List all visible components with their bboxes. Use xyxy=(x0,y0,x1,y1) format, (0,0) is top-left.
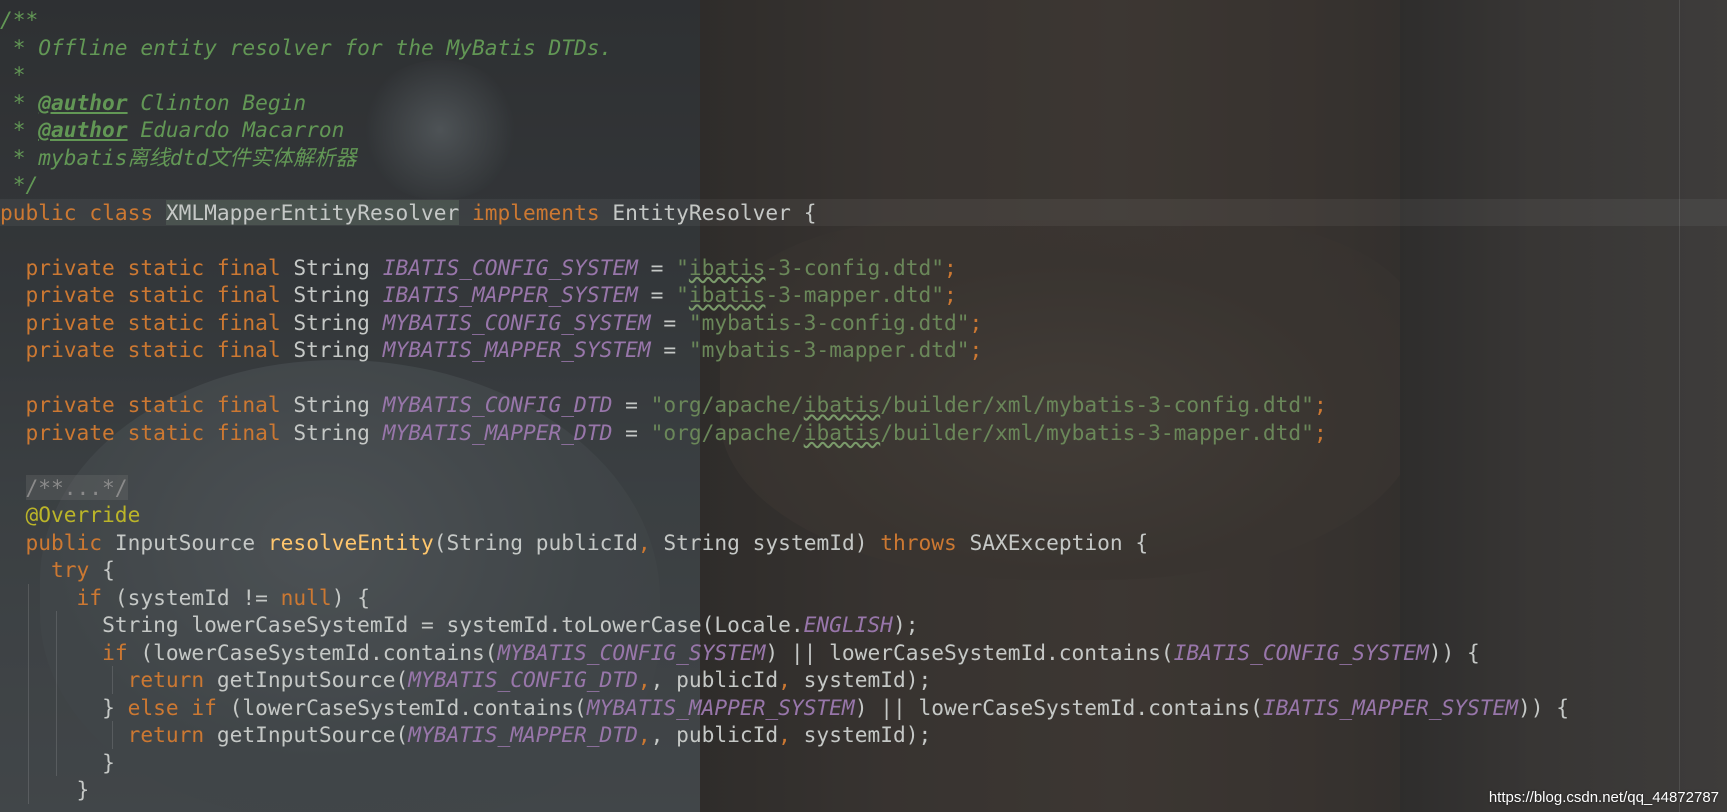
field-name: IBATIS_MAPPER_SYSTEM xyxy=(382,282,638,307)
field-declaration: private static final String MYBATIS_CONF… xyxy=(25,392,1327,417)
code-line: @Override xyxy=(0,501,1727,529)
author-tag: @author xyxy=(38,89,128,115)
code-line: return getInputSource(MYBATIS_MAPPER_DTD… xyxy=(0,721,1727,749)
code-line: */ xyxy=(0,171,1727,199)
code-line: /** xyxy=(0,6,1727,34)
code-line: * mybatis离线dtd文件实体解析器 xyxy=(0,144,1727,172)
author-tag: @author xyxy=(38,117,128,142)
code-line: try { xyxy=(51,557,115,582)
method-signature: public InputSource resolveEntity(String … xyxy=(25,529,1149,555)
code-line: * @author Clinton Begin xyxy=(0,89,307,115)
field-name: MYBATIS_CONFIG_DTD xyxy=(382,392,613,417)
watermark-url: https://blog.csdn.net/qq_44872787 xyxy=(1488,789,1719,806)
field-name: MYBATIS_CONFIG_SYSTEM xyxy=(382,309,651,335)
field-declaration: private static final String IBATIS_CONFI… xyxy=(25,254,957,280)
override-annotation: @Override xyxy=(25,502,141,527)
field-declaration: private static final String IBATIS_MAPPE… xyxy=(25,282,957,307)
method-name[interactable]: resolveEntity xyxy=(268,530,434,555)
field-name: IBATIS_CONFIG_SYSTEM xyxy=(382,254,638,280)
author-name: Clinton Begin xyxy=(127,89,307,115)
field-name: MYBATIS_MAPPER_SYSTEM xyxy=(382,337,651,362)
code-line: * @author Eduardo Macarron xyxy=(0,117,345,142)
interface-name[interactable]: EntityResolver xyxy=(612,200,791,225)
code-line: } else if (lowerCaseSystemId.contains(MY… xyxy=(0,693,1727,721)
code-line: } xyxy=(0,748,1727,776)
class-declaration: public class XMLMapperEntityResolver imp… xyxy=(0,198,1727,226)
code-line: } xyxy=(0,776,1727,804)
field-name: MYBATIS_MAPPER_DTD xyxy=(382,419,613,445)
folded-javadoc[interactable]: /**...*/ xyxy=(25,474,128,500)
field-declaration: private static final String MYBATIS_MAPP… xyxy=(25,337,983,362)
javadoc-text: * mybatis离线dtd文件实体解析器 xyxy=(0,144,357,170)
field-declaration: private static final String MYBATIS_MAPP… xyxy=(25,419,1327,445)
code-line: /**...*/ xyxy=(0,474,1727,502)
code-line: if (lowerCaseSystemId.contains(MYBATIS_C… xyxy=(0,638,1727,666)
code-editor[interactable]: /** * Offline entity resolver for the My… xyxy=(0,6,1727,804)
code-line: if (systemId != null) { xyxy=(0,583,1727,611)
javadoc-blank: * xyxy=(0,62,26,87)
code-line: String lowerCaseSystemId = systemId.toLo… xyxy=(0,611,1727,639)
javadoc-open: /** xyxy=(0,7,39,32)
javadoc-text: * Offline entity resolver for the MyBati… xyxy=(0,34,613,60)
author-name: Eduardo Macarron xyxy=(127,117,345,142)
field-declaration: private static final String MYBATIS_CONF… xyxy=(25,309,983,335)
code-line: * xyxy=(0,61,1727,89)
code-line: return getInputSource(MYBATIS_CONFIG_DTD… xyxy=(0,666,1727,694)
code-line: * Offline entity resolver for the MyBati… xyxy=(0,34,1727,62)
javadoc-close: */ xyxy=(0,172,39,197)
class-name[interactable]: XMLMapperEntityResolver xyxy=(165,199,460,225)
